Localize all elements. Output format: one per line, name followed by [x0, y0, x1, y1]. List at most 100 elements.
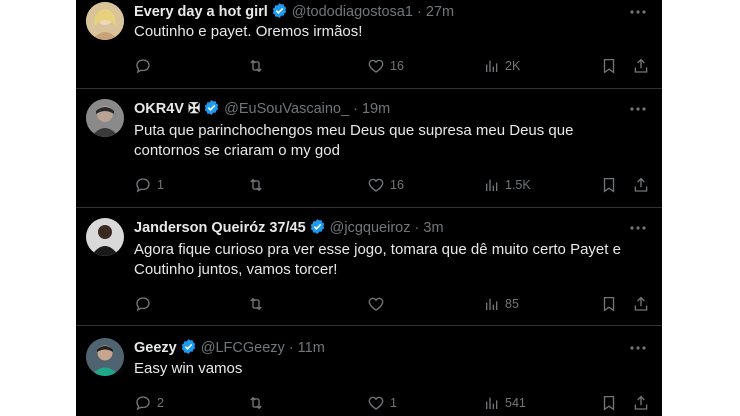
- bookmark-button[interactable]: [600, 56, 618, 76]
- bookmark-button[interactable]: [600, 175, 618, 195]
- tweet-text: Easy win vamos: [134, 359, 644, 379]
- view-count: 541: [505, 396, 526, 410]
- timestamp[interactable]: 19m: [362, 101, 390, 117]
- like-count: 1: [390, 396, 397, 410]
- tweet-line: contornos se criaram o my god: [134, 142, 340, 159]
- separator-dot: ·: [288, 340, 294, 356]
- timestamp[interactable]: 27m: [426, 4, 454, 20]
- share-button[interactable]: [632, 56, 650, 76]
- display-name[interactable]: Geezy: [134, 340, 177, 356]
- more-options-icon[interactable]: [628, 338, 648, 358]
- like-button[interactable]: [367, 294, 390, 314]
- views-button[interactable]: 1.5K: [484, 175, 531, 195]
- more-options-icon[interactable]: [628, 99, 648, 119]
- retweet-icon: [250, 178, 262, 192]
- tweet-header: OKR4V ✠ @EuSouVascaino_ · 19m: [134, 99, 390, 119]
- bookmark-button[interactable]: [600, 393, 618, 413]
- bookmark-icon: [603, 296, 615, 312]
- share-icon: [634, 58, 648, 73]
- reply-icon: [136, 178, 150, 193]
- separator-dot: ·: [353, 101, 358, 117]
- display-name[interactable]: Janderson Queiróz 37/45: [134, 220, 306, 236]
- more-options-icon[interactable]: [628, 2, 648, 22]
- handle[interactable]: @tododiagostosa1: [292, 4, 413, 20]
- avatar[interactable]: [86, 2, 124, 40]
- name-emoji: ✠: [188, 101, 201, 117]
- verified-badge-icon: [309, 218, 326, 241]
- view-count: 2K: [505, 59, 521, 73]
- retweet-button[interactable]: [246, 294, 271, 314]
- like-icon: [368, 59, 384, 73]
- retweet-button[interactable]: [246, 175, 271, 195]
- views-button[interactable]: 2K: [484, 56, 520, 76]
- tweet-line: Coutinho juntos, vamos torcer!: [134, 261, 338, 278]
- like-icon: [368, 396, 384, 410]
- tweet-header: Every day a hot girl @tododiagostosa1 · 2…: [134, 2, 454, 22]
- handle[interactable]: @EuSouVascaino_: [224, 101, 349, 117]
- tweet-header: Janderson Queiróz 37/45 @jcgqueiroz · 3m: [134, 218, 444, 238]
- view-count: 85: [505, 297, 519, 311]
- reply-button[interactable]: [134, 56, 157, 76]
- reply-button[interactable]: 2: [134, 393, 164, 413]
- like-icon: [368, 178, 384, 192]
- views-icon: [486, 397, 498, 409]
- tweet-3[interactable]: Janderson Queiróz 37/45 @jcgqueiroz · 3m …: [76, 208, 662, 325]
- bookmark-button[interactable]: [600, 294, 618, 314]
- like-button[interactable]: 1: [367, 393, 397, 413]
- timestamp[interactable]: 3m: [423, 220, 443, 236]
- reply-icon: [136, 59, 150, 74]
- separator-dot: ·: [416, 4, 422, 20]
- tweet-text: Agora fique curioso pra ver esse jogo, t…: [134, 240, 644, 280]
- tweet-4[interactable]: Geezy @LFCGeezy · 11m Easy win vamos 2 1: [76, 326, 662, 416]
- tweet-feed: Every day a hot girl @tododiagostosa1 · 2…: [76, 0, 662, 416]
- bookmark-icon: [603, 395, 615, 411]
- tweet-line: Agora fique curioso pra ver esse jogo, t…: [134, 241, 621, 258]
- views-icon: [486, 179, 498, 191]
- retweet-icon: [250, 59, 262, 73]
- action-bar: 2 1 541: [134, 393, 654, 413]
- tweet-line: Easy win vamos: [134, 360, 243, 377]
- retweet-button[interactable]: [246, 56, 271, 76]
- share-icon: [634, 395, 648, 410]
- avatar[interactable]: [86, 338, 124, 376]
- like-count: 16: [390, 59, 404, 73]
- more-options-icon[interactable]: [628, 218, 648, 238]
- display-name[interactable]: Every day a hot girl: [134, 4, 268, 20]
- view-count: 1.5K: [505, 178, 531, 192]
- reply-button[interactable]: [134, 294, 157, 314]
- verified-badge-icon: [203, 99, 220, 122]
- display-name[interactable]: OKR4V: [134, 101, 184, 117]
- retweet-button[interactable]: [246, 393, 271, 413]
- views-button[interactable]: 85: [484, 294, 519, 314]
- like-button[interactable]: 16: [367, 175, 404, 195]
- action-bar: 16 2K: [134, 56, 654, 76]
- handle[interactable]: @LFCGeezy: [201, 340, 285, 356]
- share-icon: [634, 177, 648, 192]
- like-icon: [368, 297, 384, 311]
- share-button[interactable]: [632, 294, 650, 314]
- views-icon: [486, 60, 498, 72]
- action-bar: 1 16 1.5K: [134, 175, 654, 195]
- like-count: 16: [390, 178, 404, 192]
- avatar[interactable]: [86, 218, 124, 256]
- like-button[interactable]: 16: [367, 56, 404, 76]
- reply-count: 1: [157, 178, 164, 192]
- avatar[interactable]: [86, 99, 124, 137]
- share-button[interactable]: [632, 175, 650, 195]
- tweet-text: Coutinho e payet. Oremos irmãos!: [134, 22, 644, 42]
- retweet-icon: [250, 396, 262, 410]
- handle[interactable]: @jcgqueiroz: [330, 220, 411, 236]
- reply-icon: [136, 297, 150, 312]
- tweet-header: Geezy @LFCGeezy · 11m: [134, 338, 325, 358]
- tweet-2[interactable]: OKR4V ✠ @EuSouVascaino_ · 19m Puta que pa…: [76, 89, 662, 207]
- share-button[interactable]: [632, 393, 650, 413]
- views-button[interactable]: 541: [484, 393, 526, 413]
- reply-button[interactable]: 1: [134, 175, 164, 195]
- timestamp[interactable]: 11m: [298, 340, 325, 356]
- tweet-1[interactable]: Every day a hot girl @tododiagostosa1 · 2…: [76, 0, 662, 88]
- action-bar: 85: [134, 294, 654, 314]
- verified-badge-icon: [180, 338, 197, 361]
- tweet-line: Coutinho e payet. Oremos irmãos!: [134, 23, 363, 40]
- separator-dot: ·: [414, 220, 420, 236]
- share-icon: [634, 296, 648, 311]
